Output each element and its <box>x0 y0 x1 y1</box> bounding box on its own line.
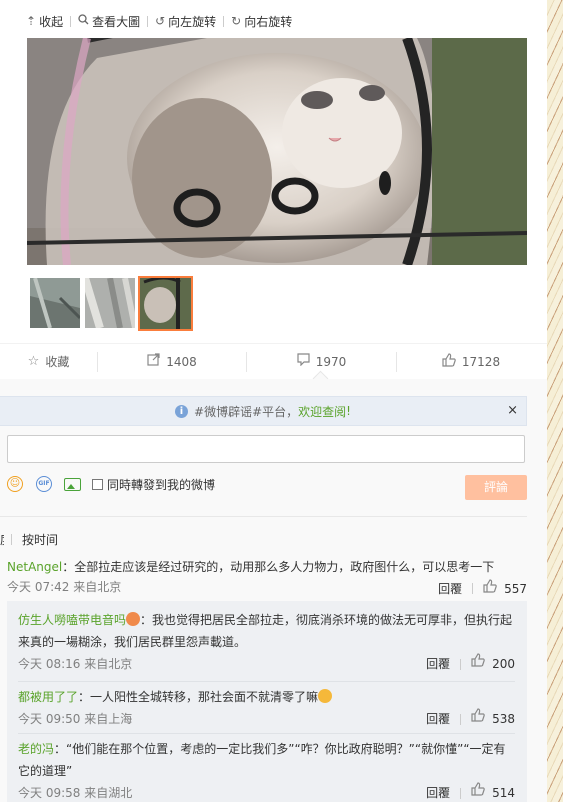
comment-sort-tabs: 度 按时间 <box>0 531 58 548</box>
reply-username[interactable]: 仿生人嘮嗑带电音吗 <box>18 613 126 627</box>
post-photo-cat-in-carrier[interactable] <box>27 38 527 265</box>
collapse-arrow-icon: ⇡ <box>26 14 37 28</box>
toolbar-separator <box>223 15 225 27</box>
repost-checkbox-label: 同時轉發到我的微博 <box>107 477 216 492</box>
reply-body: 老的冯：“他们能在那个位置，考虑的一定比我们多”“咋？你比政府聪明？”“就你懂”… <box>18 738 515 782</box>
sort-by-hot-tab[interactable]: 度 <box>0 531 4 548</box>
gif-icon[interactable]: GIF <box>36 476 52 492</box>
reply-username[interactable]: 老的冯 <box>18 742 54 756</box>
thumbs-up-icon <box>471 708 485 730</box>
rotate-right-button[interactable]: ↻ 向右旋转 <box>231 13 292 30</box>
reply-body: 仿生人嘮嗑带电音吗 ：我也觉得把居民全部拉走，彻底消杀环境的做法无可厚非，但执行起… <box>18 609 515 653</box>
reply-time: 今天 09:50 来自上海 <box>18 712 133 726</box>
reply-item: 仿生人嘮嗑带电音吗 ：我也觉得把居民全部拉走，彻底消杀环境的做法无可厚非，但执行起… <box>18 609 515 675</box>
divider <box>0 516 527 517</box>
info-icon: i <box>175 404 189 418</box>
reply-username[interactable]: 都被用了了 <box>18 690 78 704</box>
comment-time: 今天 07:42 来自北京 <box>7 580 122 594</box>
reply-body: 都被用了了：一人阳性全城转移，那社会面不就清零了嘛 <box>18 686 515 708</box>
star-icon: ☆ <box>27 354 40 369</box>
emoji-icon[interactable]: ☺ <box>7 476 23 492</box>
thumbs-up-icon <box>471 653 485 675</box>
notice-link[interactable]: 欢迎查阅 <box>298 403 346 420</box>
reply-item: 都被用了了：一人阳性全城转移，那社会面不就清零了嘛 今天 09:50 来自上海 … <box>18 681 515 730</box>
rotate-left-button[interactable]: ↺ 向左旋转 <box>155 13 216 30</box>
reply-button[interactable]: 回覆 <box>438 581 462 597</box>
magnifier-icon <box>78 14 89 28</box>
image-toolbar: ⇡ 收起 查看大圖 ↺ 向左旋转 ↻ 向右旋转 <box>26 12 292 30</box>
reply-like-button[interactable]: 200 <box>471 653 515 675</box>
toolbar-separator <box>70 15 72 27</box>
rotate-left-icon: ↺ <box>155 14 166 28</box>
comment-item: NetAngel：全部拉走应该是经过研究的，动用那么多人力物力，政府图什么，可以… <box>7 559 527 599</box>
comment-ops: 回覆 557 <box>438 579 527 598</box>
thumbs-up-icon <box>483 579 497 598</box>
comment-like-button[interactable]: 557 <box>483 579 527 598</box>
post-action-bar: ☆ 收藏 1408 1970 17128 <box>0 343 547 380</box>
sort-separator <box>11 534 12 545</box>
sort-by-time-tab[interactable]: 按时间 <box>22 531 58 548</box>
reply-ops: 回覆 200 <box>426 653 515 675</box>
submit-comment-button[interactable]: 評論 <box>465 475 527 500</box>
reply-button[interactable]: 回覆 <box>426 708 450 730</box>
like-button[interactable]: 17128 <box>397 344 545 379</box>
comment-body: NetAngel：全部拉走应该是经过研究的，动用那么多人力物力，政府图什么，可以… <box>7 559 527 575</box>
reply-list: 仿生人嘮嗑带电音吗 ：我也觉得把居民全部拉走，彻底消杀环境的做法无可厚非，但执行起… <box>7 601 527 802</box>
reply-like-button[interactable]: 514 <box>471 782 515 802</box>
repost-button[interactable]: 1408 <box>98 344 246 379</box>
reply-time: 今天 08:16 来自北京 <box>18 657 133 671</box>
reply-like-button[interactable]: 538 <box>471 708 515 730</box>
rumor-notice-banner: i #微博辟谣#平台， 欢迎查阅 ! × <box>0 396 527 426</box>
favorite-button[interactable]: ☆ 收藏 <box>0 344 97 379</box>
photo-thumbnail-3-selected[interactable] <box>138 276 193 331</box>
thumbs-up-icon <box>442 352 456 371</box>
background-wallpaper <box>547 0 563 802</box>
user-badge-icon <box>126 612 141 626</box>
emoji-face-icon <box>318 689 333 703</box>
comment-username[interactable]: NetAngel <box>7 560 62 574</box>
reply-button[interactable]: 回覆 <box>426 653 450 675</box>
photo-thumbnail-2[interactable] <box>85 278 135 328</box>
weibo-post-card: ⇡ 收起 查看大圖 ↺ 向左旋转 ↻ 向右旋转 ☆ 收藏 1408 1970 1… <box>0 0 547 802</box>
reply-ops: 回覆 514 <box>426 782 515 802</box>
photo-thumbnail-1[interactable] <box>30 278 80 328</box>
comment-input[interactable] <box>7 435 525 463</box>
reply-item: 老的冯：“他们能在那个位置，考虑的一定比我们多”“咋？你比政府聪明？”“就你懂”… <box>18 733 515 802</box>
repost-icon <box>147 353 160 370</box>
toolbar-separator <box>147 15 149 27</box>
repost-checkbox[interactable] <box>92 478 103 490</box>
thumbs-up-icon <box>471 782 485 802</box>
comment-text: ：全部拉走应该是经过研究的，动用那么多人力物力，政府图什么，可以思考一下 <box>62 560 495 574</box>
collapse-button[interactable]: ⇡ 收起 <box>26 13 63 30</box>
reply-time: 今天 09:58 来自湖北 <box>18 786 133 800</box>
reply-ops: 回覆 538 <box>426 708 515 730</box>
composer-tools: ☺ GIF 同時轉發到我的微博 <box>7 474 215 494</box>
view-large-button[interactable]: 查看大圖 <box>78 13 140 30</box>
reply-text: ：一人阳性全城转移，那社会面不就清零了嘛 <box>78 690 319 704</box>
comment-icon <box>297 353 310 370</box>
rotate-right-icon: ↻ <box>231 14 242 28</box>
close-icon[interactable]: × <box>507 403 518 418</box>
reply-text: ：“他们能在那个位置，考虑的一定比我们多”“咋？你比政府聪明？”“就你懂”“一定… <box>18 742 506 778</box>
image-icon[interactable] <box>64 477 81 491</box>
reply-button[interactable]: 回覆 <box>426 782 450 802</box>
